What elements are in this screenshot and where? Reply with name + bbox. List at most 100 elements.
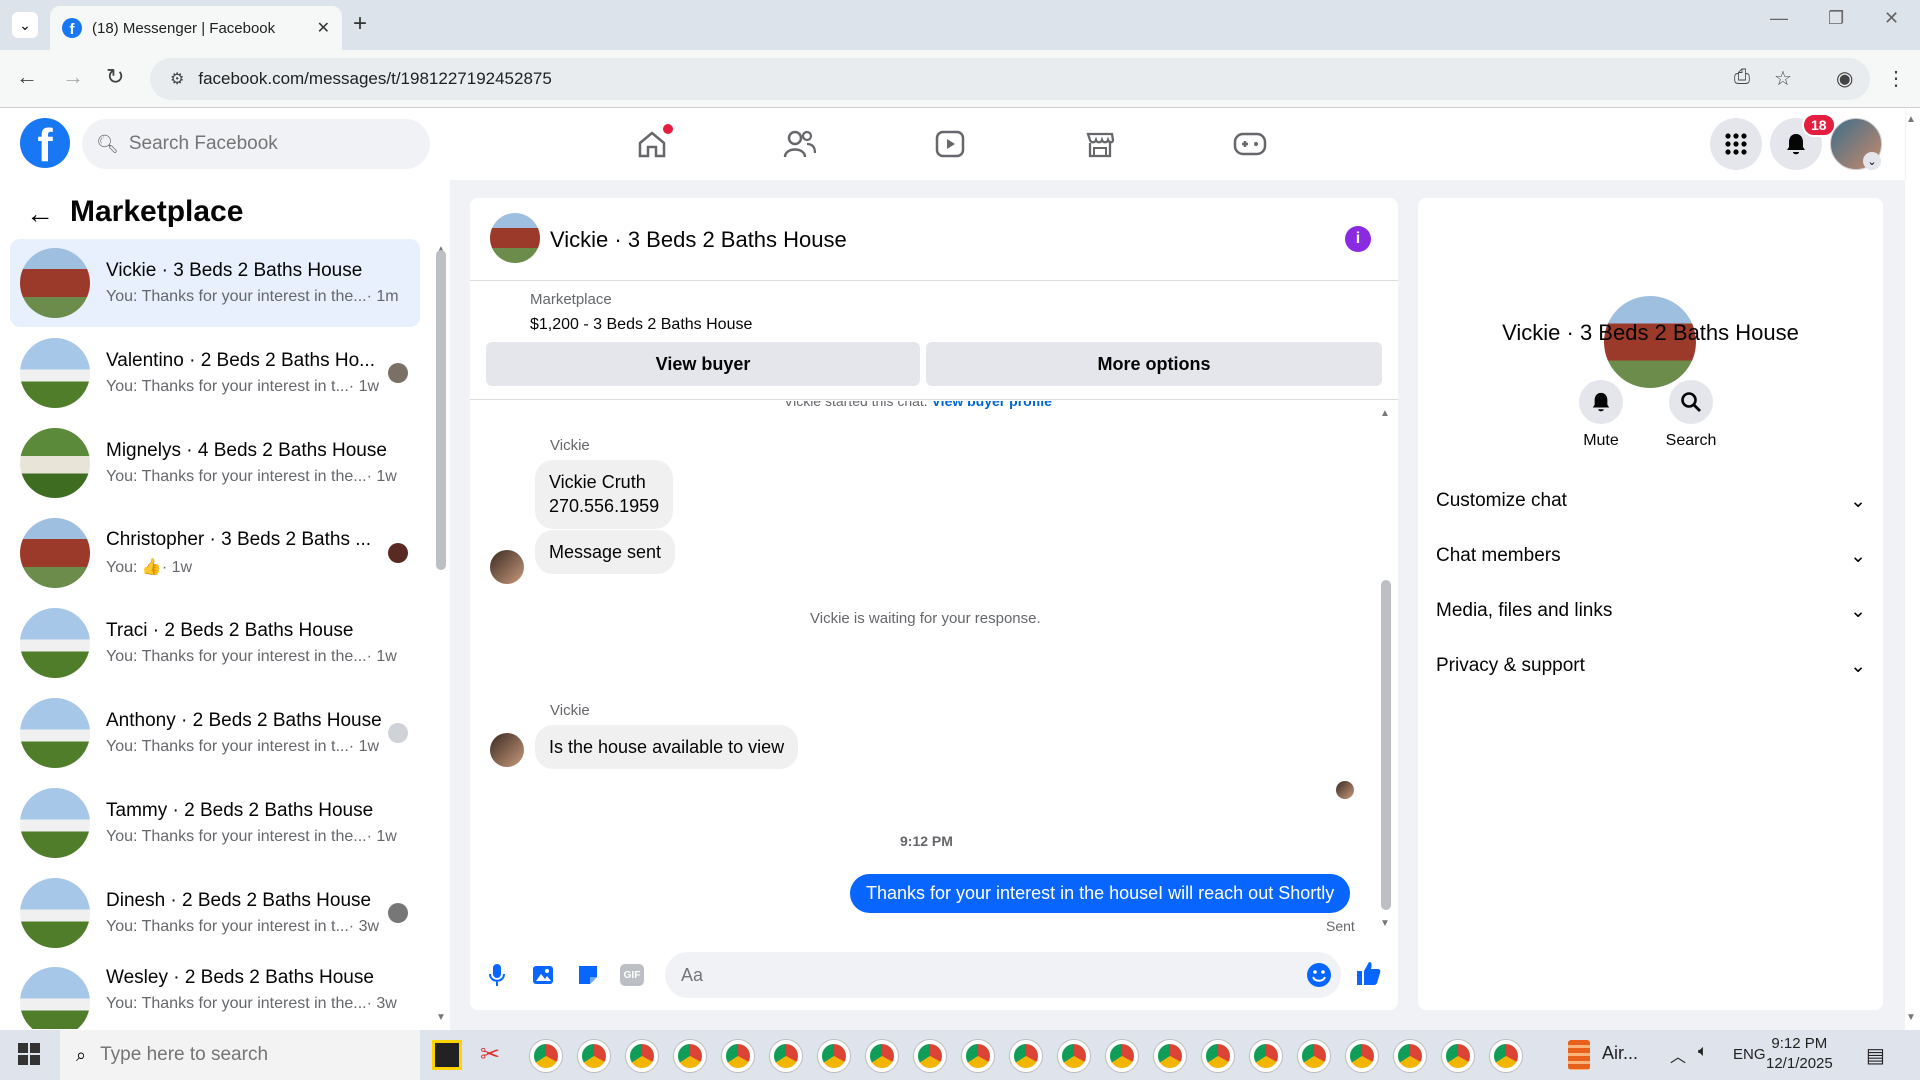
- account-chevron-icon[interactable]: ⌄: [1863, 152, 1881, 170]
- sticky-notes-app-icon[interactable]: [432, 1040, 462, 1070]
- conversation-item[interactable]: Vickie · 3 Beds 2 Baths House You: Thank…: [10, 239, 420, 327]
- install-app-icon[interactable]: ⎙: [1734, 66, 1750, 89]
- menu-grid-icon[interactable]: [1710, 118, 1762, 170]
- facebook-search[interactable]: 🔍︎: [82, 119, 430, 169]
- message-bubble[interactable]: Message sent: [535, 530, 676, 575]
- chrome-app-icon[interactable]: [1202, 1040, 1234, 1072]
- microphone-icon[interactable]: [482, 960, 512, 990]
- chrome-app-icon[interactable]: [1442, 1040, 1474, 1072]
- minimize-icon[interactable]: —: [1770, 8, 1788, 29]
- restore-icon[interactable]: ❐: [1828, 8, 1844, 29]
- chrome-app-icon[interactable]: [914, 1040, 946, 1072]
- page-scroll-down-icon[interactable]: ▼: [1906, 1012, 1916, 1023]
- media-files-links-section[interactable]: Media, files and links ⌄: [1436, 600, 1866, 623]
- chat-header-avatar[interactable]: [490, 213, 540, 263]
- conversation-item[interactable]: Traci · 2 Beds 2 Baths House You: Thanks…: [10, 599, 420, 687]
- chrome-app-icon[interactable]: [1298, 1040, 1330, 1072]
- chrome-app-icon[interactable]: [530, 1040, 562, 1072]
- listing-price-title[interactable]: $1,200 - 3 Beds 2 Baths House: [530, 316, 752, 334]
- air-app-label[interactable]: Air...: [1602, 1043, 1638, 1064]
- message-bubble[interactable]: Is the house available to view: [535, 725, 799, 770]
- message-input[interactable]: [665, 952, 1341, 998]
- close-tab-icon[interactable]: ✕: [317, 18, 330, 38]
- chat-scrollbar[interactable]: [1381, 580, 1391, 910]
- chat-scroll-down-icon[interactable]: ▼: [1380, 918, 1390, 929]
- taskbar-search-input[interactable]: [100, 1044, 301, 1066]
- address-bar[interactable]: ⚙ facebook.com/messages/t/19812271924528…: [150, 58, 1870, 100]
- like-thumb-icon[interactable]: [1353, 958, 1383, 988]
- chrome-app-icon[interactable]: [1010, 1040, 1042, 1072]
- chrome-app-icon[interactable]: [962, 1040, 994, 1072]
- chrome-app-icon[interactable]: [722, 1040, 754, 1072]
- friends-icon[interactable]: [780, 124, 820, 164]
- conversation-item[interactable]: Christopher · 3 Beds 2 Baths ... You: 👍·…: [10, 509, 420, 597]
- forward-icon[interactable]: →: [62, 64, 84, 90]
- more-options-button[interactable]: More options: [926, 342, 1382, 386]
- snipping-tool-icon[interactable]: ✂: [480, 1040, 510, 1070]
- chat-scroll-up-icon[interactable]: ▲: [1380, 408, 1390, 419]
- view-buyer-profile-link[interactable]: View buyer profile: [932, 401, 1052, 409]
- chrome-app-icon[interactable]: [866, 1040, 898, 1072]
- conversation-item[interactable]: Anthony · 2 Beds 2 Baths House You: Than…: [10, 689, 420, 777]
- back-arrow-icon[interactable]: ←: [26, 198, 54, 230]
- chrome-app-icon[interactable]: [1058, 1040, 1090, 1072]
- reload-icon[interactable]: ↻: [106, 64, 124, 90]
- windows-start-icon[interactable]: [18, 1043, 40, 1065]
- close-window-icon[interactable]: ✕: [1884, 8, 1899, 29]
- facebook-search-input[interactable]: [128, 133, 409, 155]
- air-app-icon[interactable]: [1568, 1040, 1590, 1070]
- sender-avatar[interactable]: [490, 733, 524, 767]
- profile-icon[interactable]: ◉: [1836, 66, 1853, 91]
- taskbar-search[interactable]: ⌕: [60, 1030, 420, 1080]
- browser-menu-icon[interactable]: ⋮: [1886, 66, 1906, 91]
- language-indicator[interactable]: ENG: [1733, 1046, 1766, 1063]
- page-scroll-up-icon[interactable]: ▲: [1906, 114, 1916, 125]
- customize-chat-section[interactable]: Customize chat ⌄: [1436, 490, 1866, 513]
- chat-title[interactable]: Vickie · 3 Beds 2 Baths House: [550, 227, 847, 253]
- chrome-app-icon[interactable]: [1394, 1040, 1426, 1072]
- chrome-app-icon[interactable]: [818, 1040, 850, 1072]
- chrome-app-icon[interactable]: [1154, 1040, 1186, 1072]
- gif-icon[interactable]: GIF: [617, 960, 647, 990]
- chrome-app-icon[interactable]: [578, 1040, 610, 1072]
- chrome-app-icon[interactable]: [770, 1040, 802, 1072]
- chrome-app-icon[interactable]: [1490, 1040, 1522, 1072]
- message-bubble[interactable]: Vickie Cruth 270.556.1959: [535, 460, 674, 529]
- taskbar-clock[interactable]: 9:12 PM 12/1/2025: [1766, 1034, 1833, 1074]
- marketplace-icon[interactable]: [1080, 124, 1120, 164]
- chrome-app-icon[interactable]: [626, 1040, 658, 1072]
- sidebar-scrollbar[interactable]: [436, 250, 446, 570]
- view-buyer-button[interactable]: View buyer: [486, 342, 920, 386]
- site-info-icon[interactable]: ⚙: [170, 69, 184, 89]
- conversation-item[interactable]: Dinesh · 2 Beds 2 Baths House You: Thank…: [10, 869, 420, 957]
- tray-chevron-icon[interactable]: ︿: [1670, 1043, 1686, 1067]
- conversation-item[interactable]: Wesley · 2 Beds 2 Baths House You: Thank…: [10, 959, 420, 1029]
- sender-avatar[interactable]: [490, 550, 524, 584]
- privacy-support-section[interactable]: Privacy & support ⌄: [1436, 655, 1866, 678]
- browser-tab[interactable]: f (18) Messenger | Facebook ✕: [50, 6, 342, 50]
- volume-icon[interactable]: 🔈︎: [1698, 1043, 1708, 1061]
- gaming-icon[interactable]: [1230, 124, 1270, 164]
- chrome-app-icon[interactable]: [1250, 1040, 1282, 1072]
- sticker-icon[interactable]: [573, 960, 603, 990]
- mute-button[interactable]: Mute: [1556, 380, 1646, 450]
- conversation-item[interactable]: Mignelys · 4 Beds 2 Baths House You: Tha…: [10, 419, 420, 507]
- new-tab-button[interactable]: +: [353, 10, 367, 38]
- chrome-app-icon[interactable]: [1346, 1040, 1378, 1072]
- back-icon[interactable]: ←: [16, 64, 38, 90]
- video-icon[interactable]: [930, 124, 970, 164]
- search-in-conversation-button[interactable]: Search: [1646, 380, 1736, 450]
- chat-members-section[interactable]: Chat members ⌄: [1436, 545, 1866, 568]
- conversation-item[interactable]: Valentino · 2 Beds 2 Baths Ho... You: Th…: [10, 329, 420, 417]
- outgoing-message-bubble[interactable]: Thanks for your interest in the houseI w…: [850, 874, 1351, 913]
- notifications-center-icon[interactable]: ▤: [1866, 1043, 1885, 1068]
- emoji-icon[interactable]: [1304, 960, 1334, 990]
- scroll-down-icon[interactable]: ▼: [436, 1012, 446, 1023]
- photo-icon[interactable]: [528, 960, 558, 990]
- facebook-logo[interactable]: f: [20, 118, 70, 168]
- conversation-info-icon[interactable]: i: [1345, 226, 1371, 252]
- bookmark-star-icon[interactable]: ☆: [1774, 66, 1792, 91]
- tab-search-button[interactable]: ⌄: [12, 12, 38, 38]
- chrome-app-icon[interactable]: [674, 1040, 706, 1072]
- conversation-item[interactable]: Tammy · 2 Beds 2 Baths House You: Thanks…: [10, 779, 420, 867]
